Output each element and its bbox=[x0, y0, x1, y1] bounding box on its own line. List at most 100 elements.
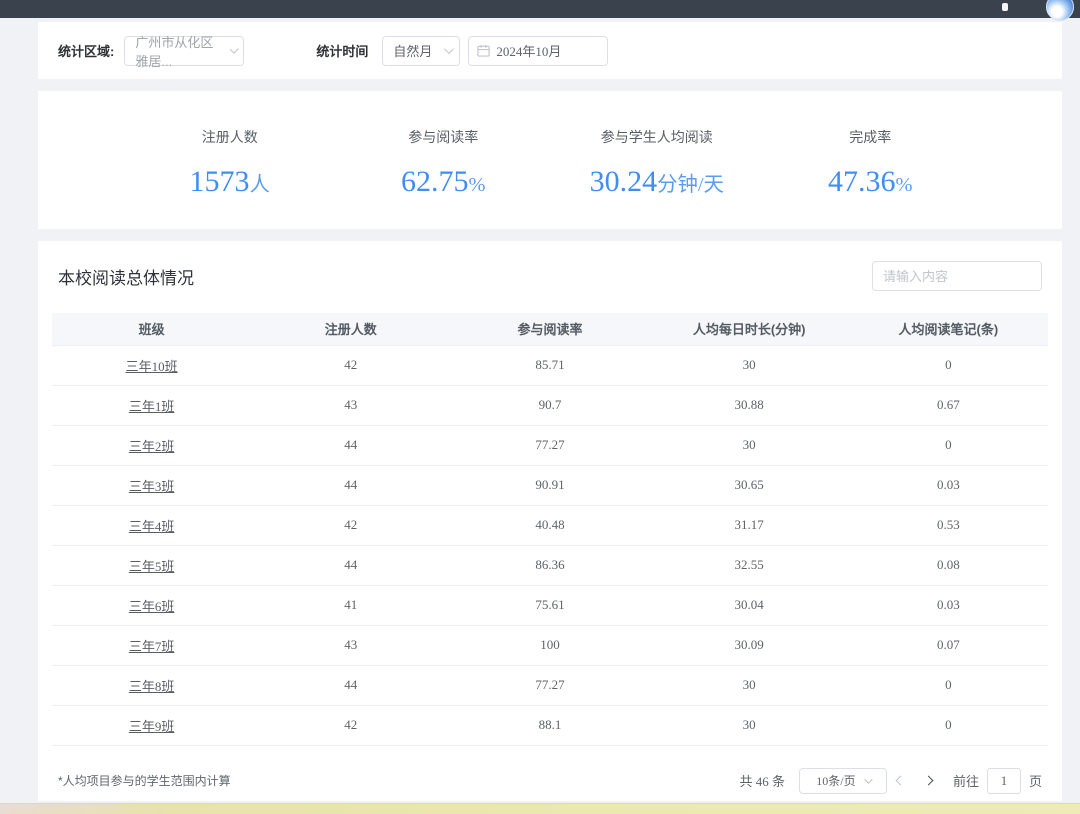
chevron-right-icon bbox=[924, 776, 934, 786]
pagination: 共 46 条 10条/页 前往 页 bbox=[739, 768, 1042, 794]
table-row: 三年8班 4477.27300 bbox=[52, 665, 1048, 705]
footnote: *人均项目参与的学生范围内计算 bbox=[58, 772, 231, 789]
table-cell: 30.09 bbox=[650, 625, 849, 665]
table-cell: 30 bbox=[650, 705, 849, 745]
reading-overview-panel: 本校阅读总体情况 班级 注册人数 参与阅读率 人均每日时长(分钟) 人均阅读笔记… bbox=[38, 241, 1062, 801]
class-cell: 三年3班 bbox=[52, 465, 251, 505]
table-cell: 77.27 bbox=[450, 425, 649, 465]
search-input[interactable] bbox=[872, 261, 1042, 291]
chevron-down-icon bbox=[444, 44, 454, 54]
time-filter-label: 统计时间 bbox=[316, 41, 368, 60]
class-link[interactable]: 三年8班 bbox=[129, 679, 175, 694]
prev-page-button[interactable] bbox=[887, 768, 915, 794]
class-cell: 三年6班 bbox=[52, 585, 251, 625]
class-link[interactable]: 三年2班 bbox=[129, 439, 175, 454]
class-link[interactable]: 三年9班 bbox=[129, 719, 175, 734]
table-cell: 85.71 bbox=[450, 345, 649, 385]
filter-panel: 统计区域: 广州市从化区雅居... 统计时间 自然月 2024年10月 bbox=[38, 22, 1062, 79]
stat-unit: % bbox=[896, 174, 913, 196]
table-cell: 30 bbox=[650, 665, 849, 705]
page-size-select[interactable]: 10条/页 bbox=[799, 768, 887, 794]
month-picker[interactable]: 2024年10月 bbox=[468, 36, 608, 66]
month-picker-value: 2024年10月 bbox=[496, 41, 561, 60]
table-cell: 0 bbox=[849, 665, 1048, 705]
stat-value: 62.75% bbox=[337, 165, 551, 199]
class-link[interactable]: 三年1班 bbox=[129, 399, 175, 414]
table-cell: 30.88 bbox=[650, 385, 849, 425]
class-cell: 三年1班 bbox=[52, 385, 251, 425]
table-cell: 90.91 bbox=[450, 465, 649, 505]
top-navigation-bar bbox=[0, 0, 1080, 18]
table-cell: 0.67 bbox=[849, 385, 1048, 425]
goto-page-input[interactable] bbox=[987, 768, 1021, 794]
table-cell: 0 bbox=[849, 705, 1048, 745]
page-size-value: 10条/页 bbox=[816, 772, 855, 789]
table-header-row: 班级 注册人数 参与阅读率 人均每日时长(分钟) 人均阅读笔记(条) bbox=[52, 313, 1048, 345]
table-row: 三年4班4240.4831.170.53 bbox=[52, 505, 1048, 545]
table-cell: 0 bbox=[849, 425, 1048, 465]
time-mode-select[interactable]: 自然月 bbox=[382, 36, 460, 66]
table-row: 三年9班4288.1300 bbox=[52, 705, 1048, 745]
next-page-button[interactable] bbox=[915, 768, 943, 794]
total-count: 共 46 条 bbox=[739, 771, 785, 790]
stat-label: 注册人数 bbox=[123, 127, 337, 147]
chevron-left-icon bbox=[896, 776, 906, 786]
notification-icon[interactable] bbox=[1002, 3, 1008, 11]
table-row: 三年1班 4390.730.880.67 bbox=[52, 385, 1048, 425]
table-row: 三年10班4285.71300 bbox=[52, 345, 1048, 385]
table-cell: 30.04 bbox=[650, 585, 849, 625]
class-link[interactable]: 三年10班 bbox=[126, 359, 178, 374]
table-cell: 0.03 bbox=[849, 585, 1048, 625]
table-cell: 30.65 bbox=[650, 465, 849, 505]
area-filter-label: 统计区域: bbox=[58, 41, 114, 60]
class-cell: 三年9班 bbox=[52, 705, 251, 745]
table-cell: 30 bbox=[650, 345, 849, 385]
table-row: 三年7班4310030.090.07 bbox=[52, 625, 1048, 665]
stat-value: 1573人 bbox=[123, 165, 337, 199]
class-link[interactable]: 三年4班 bbox=[129, 519, 175, 534]
calendar-icon bbox=[477, 44, 490, 57]
class-link[interactable]: 三年5班 bbox=[129, 559, 175, 574]
class-link[interactable]: 三年6班 bbox=[129, 599, 175, 614]
stat-card-participation-rate: 参与阅读率 62.75% bbox=[337, 127, 551, 229]
table-cell: 41 bbox=[251, 585, 450, 625]
table-cell: 44 bbox=[251, 465, 450, 505]
time-mode-value: 自然月 bbox=[393, 41, 432, 60]
table-cell: 44 bbox=[251, 665, 450, 705]
area-select-value: 广州市从化区雅居... bbox=[135, 32, 223, 70]
table-body: 三年10班4285.71300三年1班4390.730.880.67三年2班44… bbox=[52, 345, 1048, 745]
table-cell: 0.03 bbox=[849, 465, 1048, 505]
column-header-notes: 人均阅读笔记(条) bbox=[849, 313, 1048, 345]
page-content: 统计区域: 广州市从化区雅居... 统计时间 自然月 2024年10月 注册人数… bbox=[38, 22, 1062, 801]
class-stats-table: 班级 注册人数 参与阅读率 人均每日时长(分钟) 人均阅读笔记(条) 三年10班… bbox=[52, 313, 1048, 746]
table-cell: 43 bbox=[251, 625, 450, 665]
stat-unit: 分钟/天 bbox=[657, 174, 724, 196]
table-row: 三年3班 4490.9130.650.03 bbox=[52, 465, 1048, 505]
table-cell: 77.27 bbox=[450, 665, 649, 705]
class-cell: 三年8班 bbox=[52, 665, 251, 705]
table-cell: 0 bbox=[849, 345, 1048, 385]
table-cell: 43 bbox=[251, 385, 450, 425]
section-title: 本校阅读总体情况 bbox=[58, 264, 194, 289]
table-cell: 32.55 bbox=[650, 545, 849, 585]
class-link[interactable]: 三年7班 bbox=[129, 639, 175, 654]
stat-unit: % bbox=[469, 174, 486, 196]
stat-value: 30.24分钟/天 bbox=[550, 165, 764, 199]
column-header-daily-minutes: 人均每日时长(分钟) bbox=[650, 313, 849, 345]
class-cell: 三年10班 bbox=[52, 345, 251, 385]
table-cell: 0.53 bbox=[849, 505, 1048, 545]
table-cell: 75.61 bbox=[450, 585, 649, 625]
area-select[interactable]: 广州市从化区雅居... bbox=[124, 36, 244, 66]
chevron-down-icon bbox=[864, 775, 872, 783]
class-cell: 三年7班 bbox=[52, 625, 251, 665]
page-unit-label: 页 bbox=[1029, 771, 1042, 790]
class-link[interactable]: 三年3班 bbox=[129, 479, 175, 494]
avatar[interactable] bbox=[1046, 0, 1074, 21]
stat-label: 参与学生人均阅读 bbox=[550, 127, 764, 147]
table-cell: 31.17 bbox=[650, 505, 849, 545]
table-cell: 90.7 bbox=[450, 385, 649, 425]
table-cell: 0.08 bbox=[849, 545, 1048, 585]
column-header-registered: 注册人数 bbox=[251, 313, 450, 345]
table-cell: 100 bbox=[450, 625, 649, 665]
class-cell: 三年5班 bbox=[52, 545, 251, 585]
